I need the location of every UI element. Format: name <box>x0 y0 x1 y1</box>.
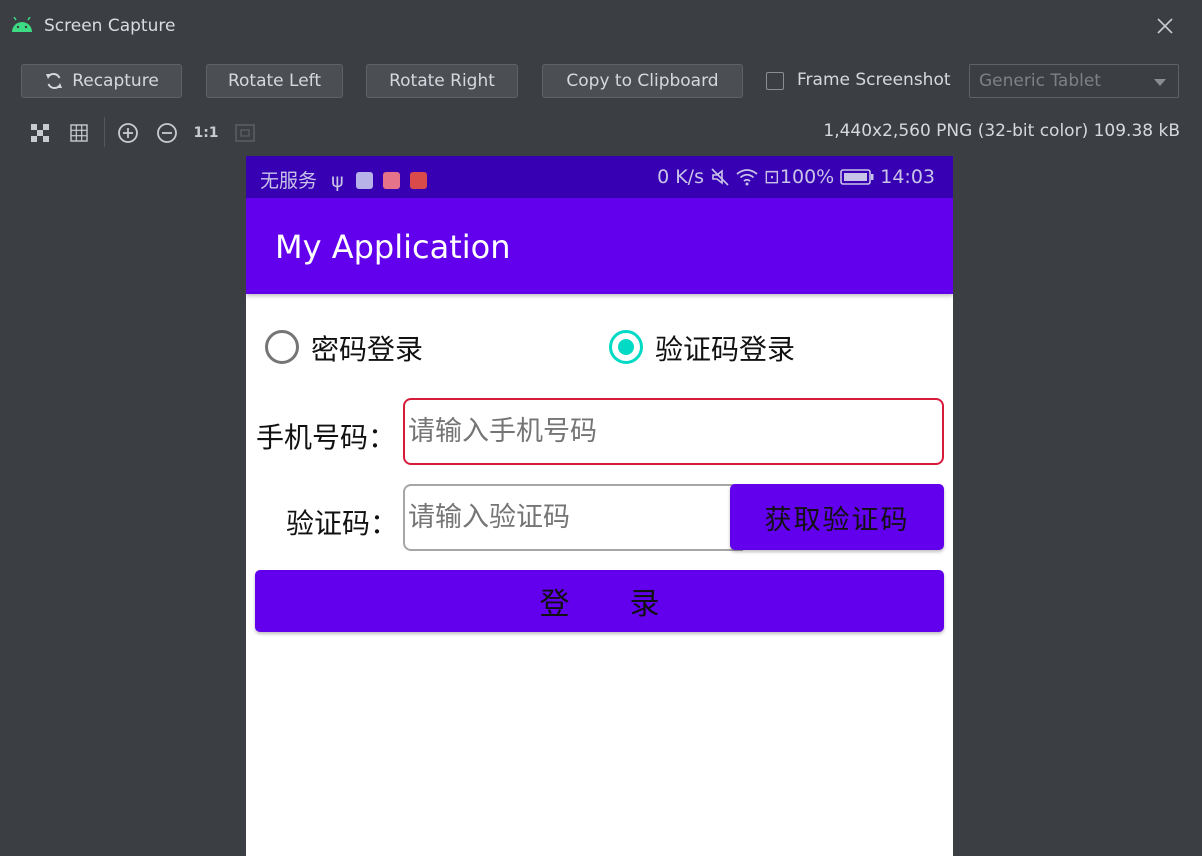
image-info: 1,440x2,560 PNG (32-bit color) 109.38 kB <box>823 121 1180 141</box>
mute-icon <box>711 168 729 186</box>
rotate-right-label: Rotate Right <box>389 71 495 91</box>
carrier-text: 无服务 <box>260 170 318 192</box>
copy-label: Copy to Clipboard <box>566 71 719 91</box>
code-input[interactable] <box>403 484 743 551</box>
wifi-icon <box>736 169 758 186</box>
map-notification-icon <box>382 172 400 189</box>
zoom-in-icon <box>118 123 138 143</box>
radio-password-label[interactable]: 密码登录 <box>311 328 423 368</box>
close-icon[interactable] <box>1154 15 1176 37</box>
usb-icon: ψ <box>331 170 344 192</box>
refresh-icon <box>46 72 63 90</box>
battery-icon <box>840 169 874 185</box>
toolbar-divider <box>104 117 105 147</box>
phone-input[interactable] <box>403 398 944 465</box>
zoom-out-button[interactable] <box>154 120 180 146</box>
window-titlebar: Screen Capture <box>0 0 1202 52</box>
grid-icon <box>70 124 88 142</box>
code-label: 验证码： <box>286 507 399 540</box>
window-title: Screen Capture <box>44 16 176 36</box>
book-notification-icon <box>409 172 427 189</box>
rotate-right-button[interactable]: Rotate Right <box>366 64 518 98</box>
chevron-down-icon <box>1154 79 1166 86</box>
radio-password-login[interactable] <box>265 330 299 364</box>
device-select[interactable]: Generic Tablet <box>969 64 1179 98</box>
status-bar: 无服务 ψ 0 K/s ⊡100% 14:03 <box>246 156 953 198</box>
grid-toggle[interactable] <box>66 120 92 146</box>
login-label: 登 录 <box>539 587 660 622</box>
android-icon <box>12 17 32 32</box>
status-right: 0 K/s ⊡100% 14:03 <box>657 166 935 188</box>
login-button[interactable]: 登 录 <box>255 570 944 632</box>
phone-label: 手机号码： <box>256 421 397 454</box>
checkerboard-icon <box>31 124 49 142</box>
rotate-left-label: Rotate Left <box>227 71 322 91</box>
recapture-label: Recapture <box>72 71 159 91</box>
device-select-value: Generic Tablet <box>979 71 1101 91</box>
actual-size-button[interactable]: 1:1 <box>193 120 219 146</box>
zoom-in-button[interactable] <box>115 120 141 146</box>
recapture-button[interactable]: Recapture <box>21 64 182 98</box>
app-title: My Application <box>275 228 511 266</box>
network-speed: 0 K/s <box>657 166 704 188</box>
checkerboard-toggle[interactable] <box>27 120 53 146</box>
fit-screen-button[interactable] <box>232 120 258 146</box>
rotate-left-button[interactable]: Rotate Left <box>206 64 343 98</box>
frame-screenshot-checkbox[interactable] <box>766 72 784 90</box>
battery-percent: ⊡100% <box>763 166 835 188</box>
get-code-label: 获取验证码 <box>764 504 910 536</box>
copy-to-clipboard-button[interactable]: Copy to Clipboard <box>542 64 743 98</box>
radio-sms-login[interactable] <box>609 330 643 364</box>
device-screenshot: 无服务 ψ 0 K/s ⊡100% 14:03 My Application 密… <box>246 156 953 856</box>
get-code-button[interactable]: 获取验证码 <box>730 484 944 550</box>
app-bar: My Application <box>246 198 953 294</box>
radio-sms-label[interactable]: 验证码登录 <box>655 328 795 368</box>
fit-screen-icon <box>235 124 255 142</box>
app-notification-icon <box>355 172 373 189</box>
zoom-out-icon <box>157 123 177 143</box>
clock: 14:03 <box>880 166 935 188</box>
frame-screenshot-label[interactable]: Frame Screenshot <box>797 70 951 90</box>
status-left: 无服务 ψ <box>260 166 427 193</box>
